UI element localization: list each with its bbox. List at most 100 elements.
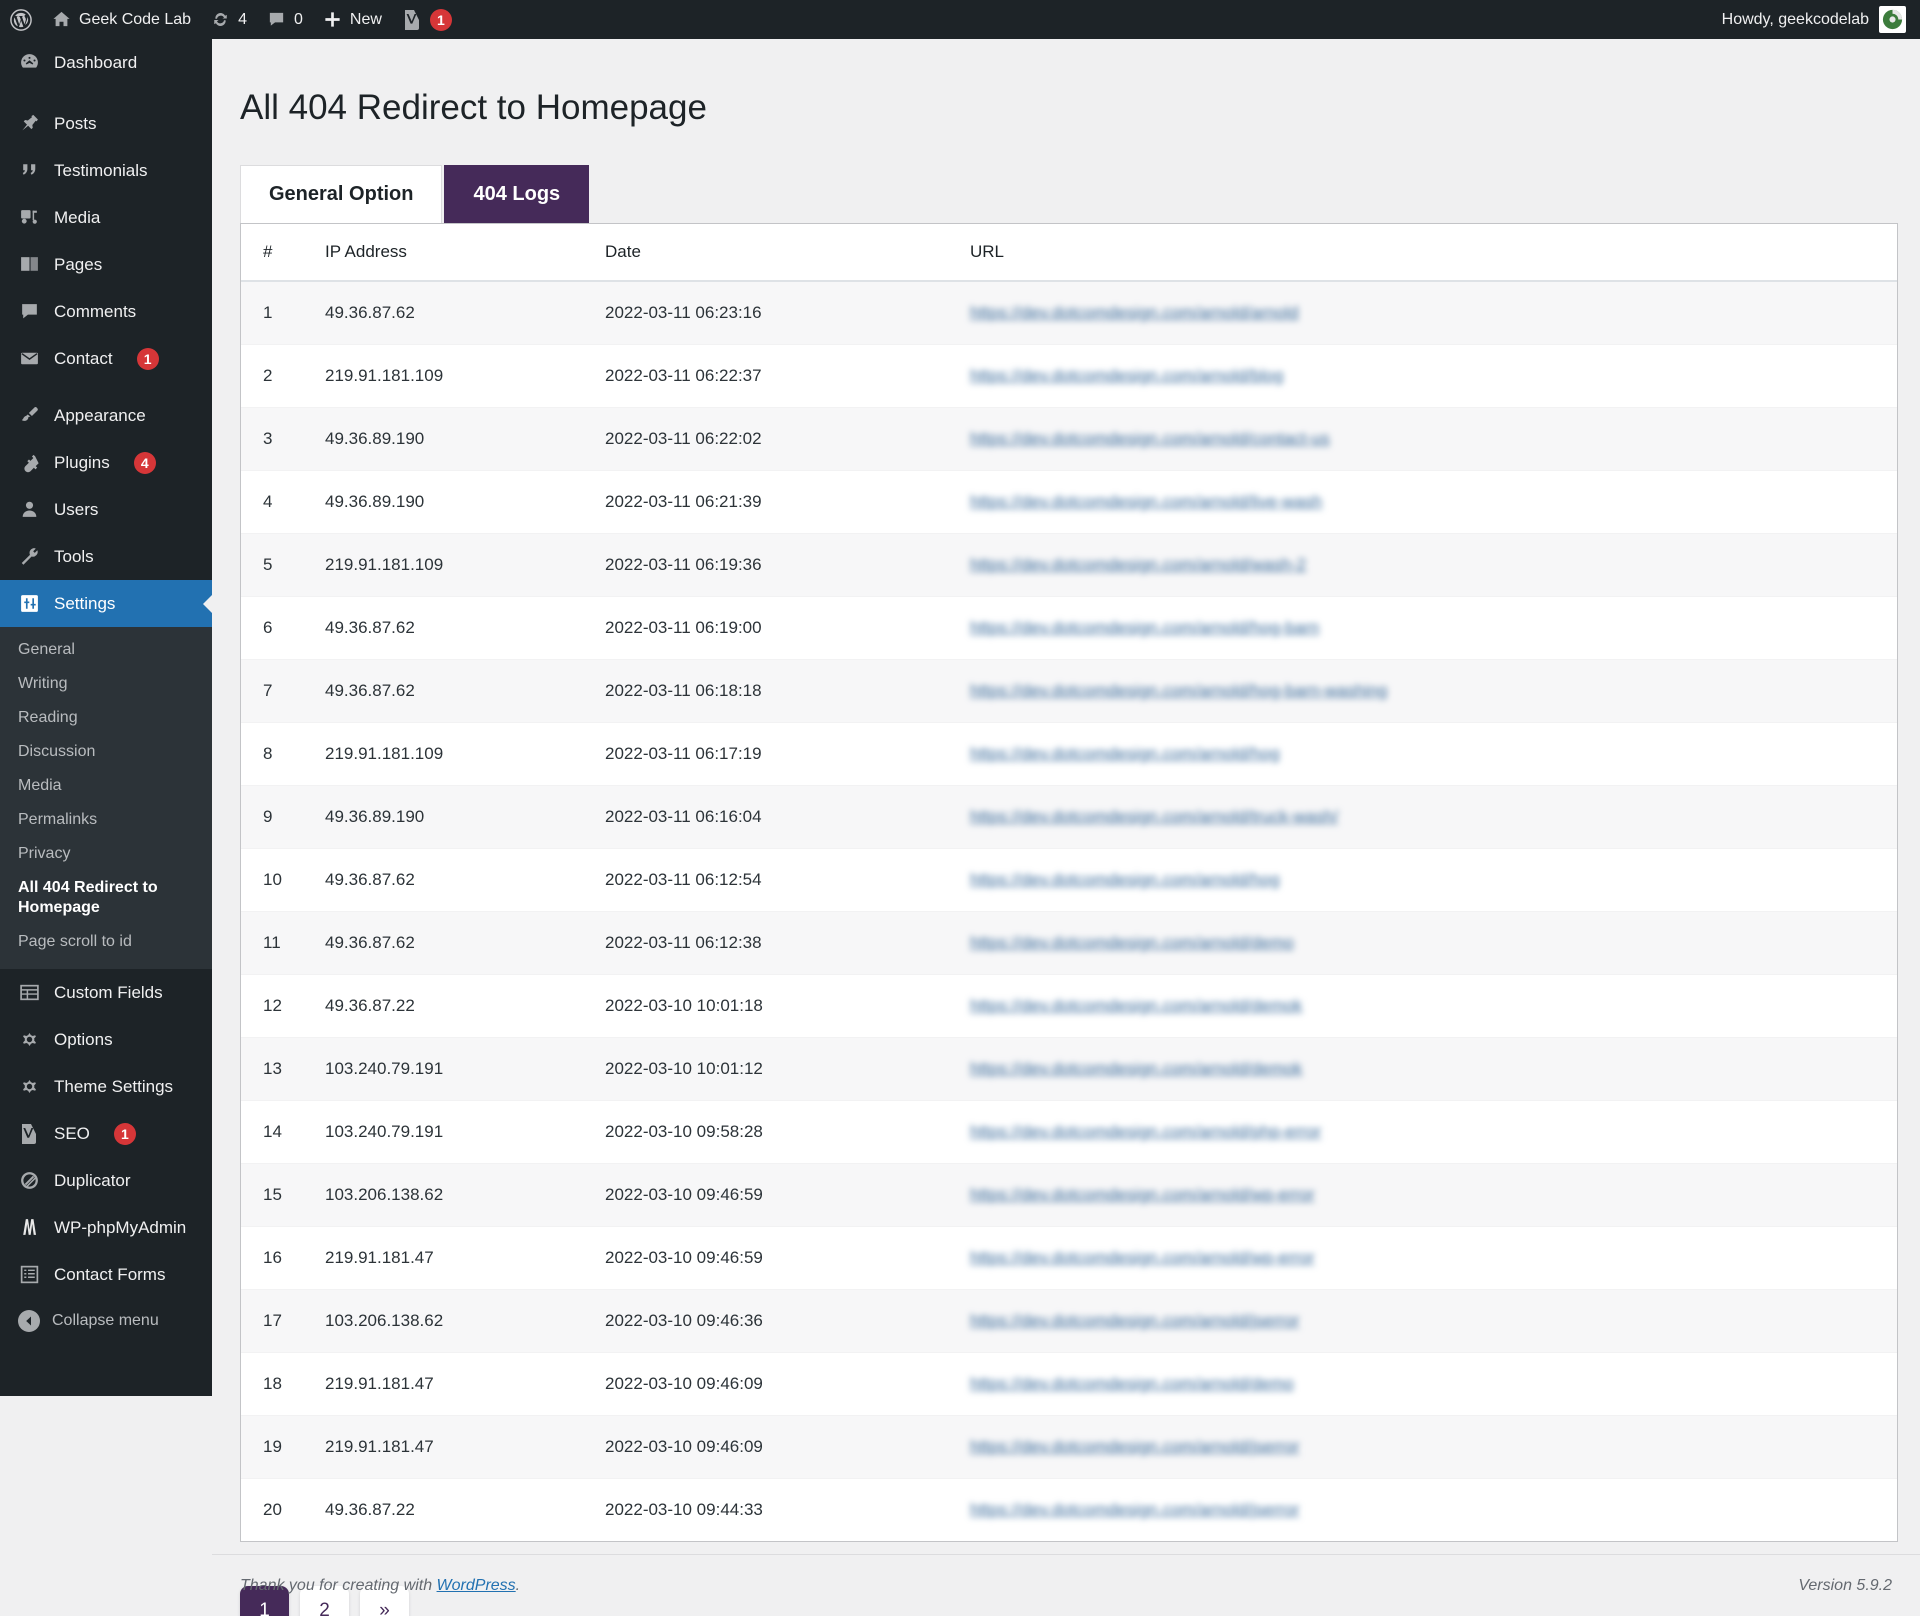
url-link[interactable]: https://dev.dotcomdesign.com/arnold/jser… [970, 1437, 1299, 1457]
cell-url: https://dev.dotcomdesign.com/arnold/hog-… [970, 659, 1897, 723]
my-account-menu[interactable]: Howdy, geekcodelab [1722, 6, 1920, 33]
sidebar-subitem-privacy[interactable]: Privacy [0, 837, 212, 871]
url-link[interactable]: https://dev.dotcomdesign.com/arnold/hog-… [970, 618, 1319, 638]
sidebar-item-wp-phpmyadmin[interactable]: WP-phpMyAdmin [0, 1204, 212, 1251]
url-link[interactable]: https://dev.dotcomdesign.com/arnold/hog-… [970, 681, 1387, 701]
cell-url: https://dev.dotcomdesign.com/arnold/hog [970, 722, 1897, 786]
column-header-number: # [241, 224, 325, 282]
cell-url: https://dev.dotcomdesign.com/arnold/jser… [970, 1478, 1897, 1541]
url-link[interactable]: https://dev.dotcomdesign.com/arnold/blog [970, 366, 1283, 386]
sidebar-item-settings[interactable]: Settings [0, 580, 213, 627]
sidebar-item-users[interactable]: Users [0, 486, 212, 533]
url-link[interactable]: https://dev.dotcomdesign.com/arnold/truc… [970, 807, 1338, 827]
comments-button[interactable]: 0 [257, 0, 313, 39]
tab-general-option[interactable]: General Option [240, 165, 443, 223]
cell-url: https://dev.dotcomdesign.com/arnold/arno… [970, 281, 1897, 345]
seo-badge: 1 [113, 1122, 136, 1145]
howdy-label: Howdy, geekcodelab [1721, 10, 1869, 28]
table-row: 14 103.240.79.191 2022-03-10 09:58:28 https… [241, 1100, 1897, 1164]
admin-bar: Geek Code Lab 4 0 New 1 Howdy, geekcodel… [0, 0, 1920, 39]
sidebar-subitem-page-scroll-to-id[interactable]: Page scroll to id [0, 925, 212, 959]
cell-ip: 103.240.79.191 [325, 1037, 605, 1101]
sidebar-item-pages[interactable]: Pages [0, 241, 212, 288]
wordpress-link[interactable]: WordPress [437, 1577, 516, 1594]
table-row: 5 219.91.181.109 2022-03-11 06:19:36 https:… [241, 533, 1897, 597]
admin-footer: Thank you for creating with WordPress. V… [212, 1554, 1920, 1616]
site-name-button[interactable]: Geek Code Lab [42, 0, 201, 39]
wrench-icon [18, 546, 40, 568]
seo-adminbar-button[interactable]: 1 [392, 0, 462, 39]
sidebar-subitem-discussion[interactable]: Discussion [0, 735, 212, 769]
cell-ip: 103.206.138.62 [325, 1289, 605, 1353]
cell-url: https://dev.dotcomdesign.com/arnold/demo… [970, 1037, 1897, 1101]
sidebar-item-appearance[interactable]: Appearance [0, 392, 212, 439]
url-link[interactable]: https://dev.dotcomdesign.com/arnold/hog [970, 870, 1280, 890]
cell-date: 2022-03-11 06:18:18 [605, 659, 970, 723]
sidebar-item-theme-settings[interactable]: Theme Settings [0, 1063, 212, 1110]
sidebar-subitem-all-404-redirect-to-homepage[interactable]: All 404 Redirect to Homepage [0, 871, 180, 925]
url-link[interactable]: https://dev.dotcomdesign.com/arnold/demo [970, 1374, 1294, 1394]
cell-number: 6 [241, 596, 325, 660]
url-link[interactable]: https://dev.dotcomdesign.com/arnold/wash… [970, 555, 1306, 575]
settings-sliders-icon [18, 593, 40, 615]
url-link[interactable]: https://dev.dotcomdesign.com/arnold/jser… [970, 1311, 1299, 1331]
url-link[interactable]: https://dev.dotcomdesign.com/arnold/php-… [970, 1122, 1321, 1142]
sidebar-item-custom-fields[interactable]: Custom Fields [0, 969, 212, 1016]
table-row: 4 49.36.89.190 2022-03-11 06:21:39 https://… [241, 470, 1897, 534]
logs-table: # IP Address Date URL 1 49.36.87.62 2022-0… [241, 224, 1897, 1541]
sidebar-subitem-permalinks[interactable]: Permalinks [0, 803, 212, 837]
user-icon [18, 499, 40, 521]
sidebar-item-media[interactable]: Media [0, 194, 212, 241]
sidebar-item-seo[interactable]: SEO 1 [0, 1110, 212, 1157]
table-row: 2 219.91.181.109 2022-03-11 06:22:37 https:… [241, 344, 1897, 408]
url-link[interactable]: https://dev.dotcomdesign.com/arnold/demo… [970, 1059, 1302, 1079]
sidebar-item-dashboard[interactable]: Dashboard [0, 39, 212, 86]
url-link[interactable]: https://dev.dotcomdesign.com/arnold/demo [970, 933, 1294, 953]
cell-number: 2 [241, 344, 325, 408]
sidebar-item-contact[interactable]: Contact 1 [0, 335, 212, 382]
quote-icon [18, 160, 40, 182]
url-link[interactable]: https://dev.dotcomdesign.com/arnold/cont… [970, 429, 1330, 449]
cell-ip: 219.91.181.47 [325, 1415, 605, 1479]
sidebar-item-duplicator[interactable]: Duplicator [0, 1157, 212, 1204]
cell-url: https://dev.dotcomdesign.com/arnold/jser… [970, 1289, 1897, 1353]
table-row: 17 103.206.138.62 2022-03-10 09:46:36 https… [241, 1289, 1897, 1353]
site-name-label: Geek Code Lab [79, 10, 192, 28]
sidebar-item-comments[interactable]: Comments [0, 288, 212, 335]
wp-logo-button[interactable] [0, 0, 42, 39]
phpmyadmin-icon [18, 1217, 40, 1239]
tab-404-logs[interactable]: 404 Logs [444, 165, 590, 223]
cell-url: https://dev.dotcomdesign.com/arnold/wp-e… [970, 1226, 1897, 1290]
updates-button[interactable]: 4 [201, 0, 257, 39]
tab-bar: General Option 404 Logs [240, 165, 1920, 223]
sidebar-item-contact-forms[interactable]: Contact Forms [0, 1251, 212, 1298]
sidebar-item-tools[interactable]: Tools [0, 533, 212, 580]
cell-number: 17 [241, 1289, 325, 1353]
sidebar-item-label: Plugins [54, 452, 110, 472]
url-link[interactable]: https://dev.dotcomdesign.com/arnold/wp-e… [970, 1185, 1315, 1205]
cell-url: https://dev.dotcomdesign.com/arnold/blog [970, 344, 1897, 408]
cell-ip: 49.36.87.62 [325, 911, 605, 975]
avatar [1879, 6, 1906, 33]
sidebar-subitem-media[interactable]: Media [0, 769, 212, 803]
sidebar-item-plugins[interactable]: Plugins 4 [0, 439, 212, 486]
cell-number: 13 [241, 1037, 325, 1101]
settings-submenu: General Writing Reading Discussion Media… [0, 627, 212, 969]
sidebar-item-testimonials[interactable]: Testimonials [0, 147, 212, 194]
url-link[interactable]: https://dev.dotcomdesign.com/arnold/arno… [970, 303, 1299, 323]
url-link[interactable]: https://dev.dotcomdesign.com/arnold/live… [970, 492, 1322, 512]
cell-date: 2022-03-11 06:19:00 [605, 596, 970, 660]
sidebar-subitem-reading[interactable]: Reading [0, 701, 212, 735]
cell-url: https://dev.dotcomdesign.com/arnold/demo [970, 911, 1897, 975]
sidebar-subitem-writing[interactable]: Writing [0, 667, 212, 701]
new-content-button[interactable]: New [313, 0, 392, 39]
url-link[interactable]: https://dev.dotcomdesign.com/arnold/hog [970, 744, 1280, 764]
url-link[interactable]: https://dev.dotcomdesign.com/arnold/jser… [970, 1500, 1299, 1520]
url-link[interactable]: https://dev.dotcomdesign.com/arnold/wp-e… [970, 1248, 1315, 1268]
collapse-menu-button[interactable]: Collapse menu [0, 1298, 212, 1344]
sidebar-item-options[interactable]: Options [0, 1016, 212, 1063]
sidebar-item-posts[interactable]: Posts [0, 100, 212, 147]
url-link[interactable]: https://dev.dotcomdesign.com/arnold/demo… [970, 996, 1302, 1016]
sidebar-subitem-general[interactable]: General [0, 633, 212, 667]
pin-icon [18, 113, 40, 135]
